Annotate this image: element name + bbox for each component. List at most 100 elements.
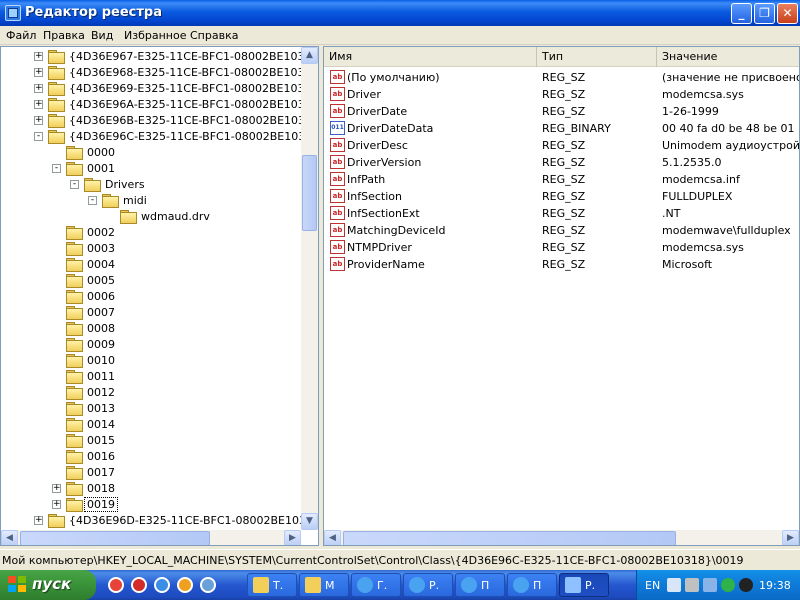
- menu-favorites[interactable]: Избранное: [124, 29, 186, 42]
- tree-node[interactable]: 0017: [1, 465, 301, 481]
- title-bar[interactable]: Редактор реестра _ ❐ ✕: [0, 0, 800, 26]
- settings-icon[interactable]: [200, 577, 216, 593]
- tree-node[interactable]: 0003: [1, 241, 301, 257]
- tree-node[interactable]: 0002: [1, 225, 301, 241]
- expand-icon[interactable]: +: [52, 484, 61, 493]
- taskbar-button[interactable]: Т.: [247, 573, 297, 597]
- tree-node-label[interactable]: {4D36E96C-E325-11CE-BFC1-08002BE10318}: [67, 130, 301, 143]
- menu-view[interactable]: Вид: [91, 29, 113, 42]
- tree-node[interactable]: - Drivers: [1, 177, 301, 193]
- menu-help[interactable]: Справка: [190, 29, 238, 42]
- tree-node-label[interactable]: 0011: [85, 370, 117, 383]
- taskbar-button[interactable]: Г.: [351, 573, 401, 597]
- tree-node-label[interactable]: {4D36E96D-E325-11CE-BFC1-08002BE10318}: [67, 514, 301, 527]
- expand-icon[interactable]: +: [34, 84, 43, 93]
- tree-node[interactable]: 0005: [1, 273, 301, 289]
- taskbar-button[interactable]: М: [299, 573, 349, 597]
- scroll-right-icon[interactable]: ▶: [284, 530, 301, 545]
- menu-file[interactable]: Файл: [6, 29, 36, 42]
- tree-node[interactable]: 0015: [1, 433, 301, 449]
- list-item[interactable]: ab InfSectionExt REG_SZ .NT: [324, 205, 799, 222]
- tree-node-label[interactable]: 0012: [85, 386, 117, 399]
- tree-node[interactable]: 0014: [1, 417, 301, 433]
- tree-node[interactable]: 0000: [1, 145, 301, 161]
- tree-node-label[interactable]: 0016: [85, 450, 117, 463]
- close-button[interactable]: ✕: [777, 3, 798, 24]
- list-item[interactable]: ab NTMPDriver REG_SZ modemcsa.sys: [324, 239, 799, 256]
- list-item[interactable]: 011 DriverDateData REG_BINARY 00 40 fa d0 b…: [324, 120, 799, 137]
- internet-explorer-icon[interactable]: [154, 577, 170, 593]
- tree-node-label[interactable]: {4D36E969-E325-11CE-BFC1-08002BE10318}: [67, 82, 301, 95]
- list-item[interactable]: ab Driver REG_SZ modemcsa.sys: [324, 86, 799, 103]
- tree-node[interactable]: + {4D36E96D-E325-11CE-BFC1-08002BE10318}: [1, 513, 301, 529]
- scroll-up-icon[interactable]: ▲: [301, 47, 318, 64]
- tree-node-label[interactable]: 0005: [85, 274, 117, 287]
- tree-node[interactable]: 0006: [1, 289, 301, 305]
- tree-node-label[interactable]: 0019: [84, 497, 118, 512]
- taskbar-button[interactable]: Р.: [403, 573, 453, 597]
- tree-node-label[interactable]: 0001: [85, 162, 117, 175]
- scroll-down-icon[interactable]: ▼: [301, 513, 318, 530]
- expand-icon[interactable]: +: [34, 52, 43, 61]
- expand-icon[interactable]: +: [34, 68, 43, 77]
- column-header-type[interactable]: Тип: [537, 47, 657, 67]
- tree-node[interactable]: 0013: [1, 401, 301, 417]
- list-item[interactable]: ab MatchingDeviceId REG_SZ modemwave\fulldu…: [324, 222, 799, 239]
- tree-node-label[interactable]: 0015: [85, 434, 117, 447]
- list-item[interactable]: ab (По умолчанию) REG_SZ (значение не присв…: [324, 69, 799, 86]
- minimize-button[interactable]: _: [731, 3, 752, 24]
- network-icon[interactable]: [685, 578, 699, 592]
- tree-node[interactable]: 0016: [1, 449, 301, 465]
- tree-node[interactable]: + {4D36E96B-E325-11CE-BFC1-08002BE10318}: [1, 113, 301, 129]
- tree-node-label[interactable]: {4D36E967-E325-11CE-BFC1-08002BE10318}: [67, 50, 301, 63]
- maximize-button[interactable]: ❐: [754, 3, 775, 24]
- scroll-left-icon[interactable]: ◀: [324, 530, 341, 545]
- expand-icon[interactable]: +: [52, 500, 61, 509]
- expand-icon[interactable]: +: [34, 100, 43, 109]
- tree-vertical-scrollbar[interactable]: ▲ ▼: [301, 47, 318, 530]
- taskbar-button[interactable]: П: [455, 573, 505, 597]
- list-item[interactable]: abDriverDesc REG_SZ Unimodem аудиоустройст…: [324, 137, 799, 154]
- tree-node-label[interactable]: 0004: [85, 258, 117, 271]
- scroll-right-icon[interactable]: ▶: [782, 530, 799, 545]
- tree-node-label[interactable]: Drivers: [103, 178, 147, 191]
- tree-node-label[interactable]: 0010: [85, 354, 117, 367]
- menu-edit[interactable]: Правка: [43, 29, 85, 42]
- values-list-pane[interactable]: Имя Тип Значение ab (По умолчанию) REG_SZ(…: [323, 46, 800, 546]
- tree-node[interactable]: 0009: [1, 337, 301, 353]
- tree-node[interactable]: 0012: [1, 385, 301, 401]
- show-hidden-icons-icon[interactable]: [667, 578, 681, 592]
- tree-node[interactable]: wdmaud.drv: [1, 209, 301, 225]
- tree-node-label[interactable]: 0017: [85, 466, 117, 479]
- tree-node-label[interactable]: midi: [121, 194, 149, 207]
- collapse-icon[interactable]: -: [70, 180, 79, 189]
- tree-node[interactable]: 0007: [1, 305, 301, 321]
- clock[interactable]: 19:38: [759, 579, 791, 592]
- tree-node-label[interactable]: {4D36E96A-E325-11CE-BFC1-08002BE10318}: [67, 98, 301, 111]
- tree-node[interactable]: + {4D36E96A-E325-11CE-BFC1-08002BE10318}: [1, 97, 301, 113]
- tree-node-label[interactable]: 0007: [85, 306, 117, 319]
- collapse-icon[interactable]: -: [34, 132, 43, 141]
- volume-icon[interactable]: [739, 578, 753, 592]
- collapse-icon[interactable]: -: [88, 196, 97, 205]
- tree-node-label[interactable]: {4D36E968-E325-11CE-BFC1-08002BE10318}: [67, 66, 301, 79]
- start-button[interactable]: пуск: [0, 570, 96, 600]
- tree-node[interactable]: 0010: [1, 353, 301, 369]
- list-item[interactable]: ab DriverVersion REG_SZ 5.1.2535.0: [324, 154, 799, 171]
- collapse-icon[interactable]: -: [52, 164, 61, 173]
- tree-node[interactable]: - {4D36E96C-E325-11CE-BFC1-08002BE10318}: [1, 129, 301, 145]
- tree-node[interactable]: - midi: [1, 193, 301, 209]
- tree-node-label[interactable]: 0018: [85, 482, 117, 495]
- tree-node-label[interactable]: 0014: [85, 418, 117, 431]
- display-icon[interactable]: [703, 578, 717, 592]
- tree-node[interactable]: 0004: [1, 257, 301, 273]
- scroll-left-icon[interactable]: ◀: [1, 530, 18, 545]
- list-item[interactable]: ab InfSection REG_SZ FULLDUPLEX: [324, 188, 799, 205]
- tree-node-label[interactable]: 0003: [85, 242, 117, 255]
- tree-node-label[interactable]: 0009: [85, 338, 117, 351]
- expand-icon[interactable]: +: [34, 516, 43, 525]
- language-indicator[interactable]: EN: [645, 579, 660, 592]
- list-item[interactable]: ab ProviderName REG_SZ Microsoft: [324, 256, 799, 273]
- tree-node[interactable]: +0019: [1, 497, 301, 513]
- tree-node[interactable]: + {4D36E969-E325-11CE-BFC1-08002BE10318}: [1, 81, 301, 97]
